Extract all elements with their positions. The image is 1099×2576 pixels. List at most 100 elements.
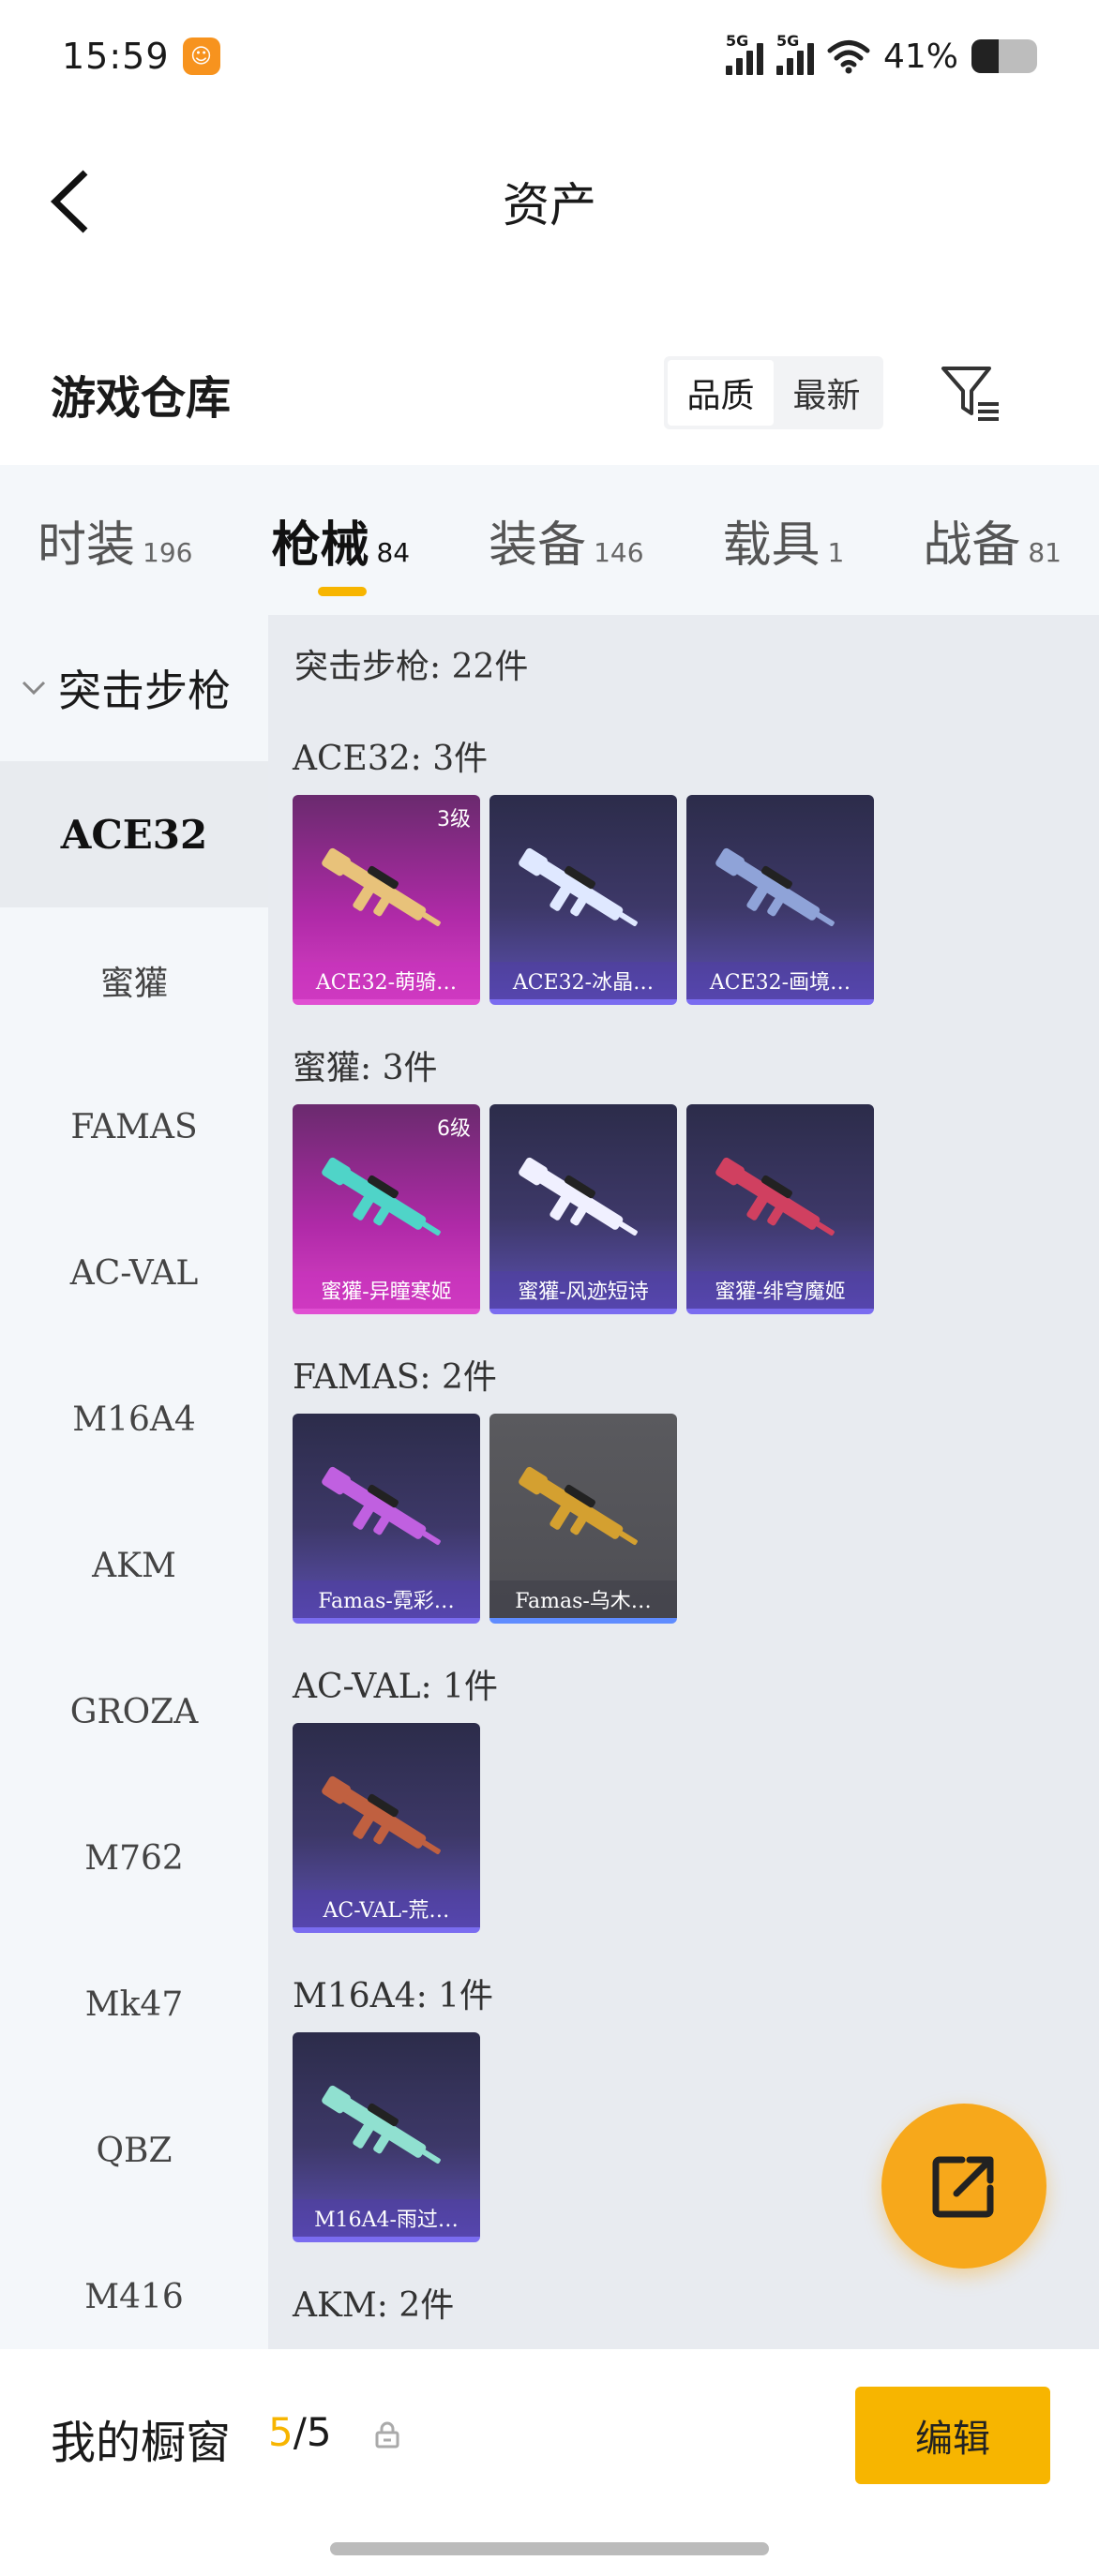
rifle-icon	[519, 1157, 638, 1236]
rifle-icon	[322, 1466, 441, 1546]
lock-icon	[375, 2421, 399, 2449]
battery-percent: 41%	[882, 37, 958, 76]
sidebar-item-mk47[interactable]: Mk47	[0, 1931, 268, 2077]
weapon-group: M16A4: 1件 M16A4-雨过…	[293, 1963, 493, 2242]
sidebar-item-ace32[interactable]: ACE32	[0, 761, 268, 907]
weapon-group-title: AKM: 2件	[293, 2286, 455, 2325]
weapon-skin-card[interactable]: ACE32-冰晶…	[489, 795, 677, 1005]
card-name: 蜜獾-绯穹魔姬	[686, 1271, 874, 1309]
back-button[interactable]	[38, 159, 103, 244]
weapon-group: FAMAS: 2件 Famas-霓彩… Famas-乌木…	[293, 1344, 677, 1624]
card-name: M16A4-雨过…	[293, 2199, 480, 2237]
rifle-icon	[519, 847, 638, 927]
rifle-icon	[322, 1157, 441, 1236]
tab-supplies[interactable]: 战备 81	[923, 505, 1061, 576]
sort-quality-button[interactable]: 品质	[668, 360, 774, 426]
tab-count: 84	[376, 536, 411, 568]
signal-label-1: 5G	[725, 32, 749, 50]
tab-label: 载具	[722, 517, 820, 574]
sidebar-group-label: 突击步枪	[58, 666, 231, 716]
external-link-icon	[932, 2156, 994, 2218]
weapon-group: AC-VAL: 1件 AC-VAL-荒…	[293, 1654, 498, 1933]
tab-count: 1	[827, 536, 845, 568]
weapon-card-list: 6级蜜獾-异瞳寒姬 蜜獾-风迹短诗 蜜獾-绯穹魔姬	[293, 1104, 874, 1314]
weapon-skin-card[interactable]: AC-VAL-荒…	[293, 1723, 480, 1933]
status-bar: 15:59 ☺ 5G 5G 41%	[0, 0, 1099, 112]
tab-guns[interactable]: 枪械 84	[271, 505, 411, 596]
weapon-skin-card[interactable]: M16A4-雨过…	[293, 2032, 480, 2242]
card-name: Famas-乌木…	[489, 1580, 677, 1618]
warehouse-title: 游戏仓库	[51, 372, 232, 425]
category-total: 突击步枪: 22件	[294, 648, 529, 686]
sidebar-item-famas[interactable]: FAMAS	[0, 1054, 268, 1200]
rifle-icon	[519, 1466, 638, 1546]
card-name: 蜜獾-风迹短诗	[489, 1271, 677, 1309]
tab-equipment[interactable]: 装备 146	[489, 505, 643, 576]
weapon-skin-card[interactable]: 3级 ACE32-萌骑…	[293, 795, 480, 1005]
showcase-label: 我的橱窗	[51, 2417, 232, 2469]
status-time: 15:59	[62, 36, 170, 77]
battery-icon	[971, 39, 1037, 73]
share-fab-button[interactable]	[881, 2104, 1046, 2269]
rifle-icon	[322, 1775, 441, 1855]
card-name: 蜜獾-异瞳寒姬	[293, 1271, 480, 1309]
sidebar-item-m416[interactable]: M416	[0, 2224, 268, 2370]
app-icon: ☺	[182, 37, 220, 75]
weapon-skin-card[interactable]: 蜜獾-风迹短诗	[489, 1104, 677, 1314]
weapon-group-title: M16A4: 1件	[293, 1977, 494, 2015]
home-indicator[interactable]	[330, 2542, 769, 2555]
sidebar-item-m16a4[interactable]: M16A4	[0, 1346, 268, 1492]
showcase-count: 5/5	[268, 2409, 332, 2455]
sidebar-group-assault-rifles[interactable]: 突击步枪	[0, 615, 268, 761]
card-name: ACE32-萌骑…	[293, 962, 480, 999]
weapon-group-title: 蜜獾: 3件	[293, 1049, 438, 1087]
chevron-down-icon	[21, 675, 47, 701]
weapon-group-title: FAMAS: 2件	[293, 1358, 497, 1397]
weapon-sidebar: 突击步枪 ACE32 蜜獾 FAMAS AC-VAL M16A4 AKM GRO…	[0, 615, 268, 2349]
tab-count: 81	[1028, 536, 1061, 568]
sort-toggle: 品质 最新	[664, 356, 883, 429]
weapon-card-list: AC-VAL-荒…	[293, 1723, 498, 1933]
sidebar-item-ac-val[interactable]: AC-VAL	[0, 1200, 268, 1346]
weapon-group: 蜜獾: 3件 6级蜜獾-异瞳寒姬 蜜獾-风迹短诗 蜜獾-绯穹魔姬	[293, 1035, 874, 1314]
weapon-group-title: ACE32: 3件	[293, 740, 489, 778]
warehouse-header: 游戏仓库 品质 最新	[0, 337, 1099, 450]
status-right: 5G 5G 41%	[725, 32, 1037, 76]
card-name: Famas-霓彩…	[293, 1580, 480, 1618]
wifi-icon	[827, 40, 870, 74]
sidebar-item-akm[interactable]: AKM	[0, 1492, 268, 1639]
battery-fill	[971, 39, 999, 73]
tab-count: 196	[143, 536, 193, 568]
tab-vehicles[interactable]: 载具 1	[723, 505, 845, 576]
card-name: ACE32-画境…	[686, 962, 874, 999]
card-level: 6级	[437, 1117, 471, 1141]
sidebar-item-groza[interactable]: GROZA	[0, 1639, 268, 1785]
showcase-bar: 我的橱窗 5/5 编辑	[0, 2349, 1099, 2576]
weapon-group: AKM: 2件	[293, 2272, 454, 2332]
weapon-content: 突击步枪: 22件 ACE32: 3件 3级 ACE32-萌骑… ACE32-冰晶… A…	[268, 615, 1099, 2349]
weapon-group-title: AC-VAL: 1件	[293, 1668, 499, 1706]
filter-icon	[941, 367, 999, 421]
tab-label: 装备	[489, 517, 587, 574]
weapon-card-list: Famas-霓彩… Famas-乌木…	[293, 1414, 677, 1624]
tab-fashion[interactable]: 时装 196	[38, 505, 192, 576]
card-name: ACE32-冰晶…	[489, 962, 677, 999]
edit-button[interactable]: 编辑	[855, 2387, 1050, 2484]
signal-icon-2: 5G	[775, 32, 814, 75]
weapon-skin-card[interactable]: Famas-霓彩…	[293, 1414, 480, 1624]
sidebar-item-m762[interactable]: M762	[0, 1785, 268, 1931]
tab-label: 枪械	[271, 517, 369, 574]
weapon-skin-card[interactable]: ACE32-画境…	[686, 795, 874, 1005]
weapon-skin-card[interactable]: 蜜獾-绯穹魔姬	[686, 1104, 874, 1314]
filter-button[interactable]	[934, 356, 1009, 431]
tab-label: 时装	[38, 517, 136, 574]
weapon-group: ACE32: 3件 3级 ACE32-萌骑… ACE32-冰晶… ACE32-画境…	[293, 726, 874, 1005]
sidebar-item-qbz[interactable]: QBZ	[0, 2077, 268, 2224]
rifle-icon	[322, 2085, 441, 2164]
sidebar-item-honey-badger[interactable]: 蜜獾	[0, 907, 268, 1054]
sort-latest-button[interactable]: 最新	[774, 360, 880, 426]
weapon-skin-card[interactable]: 6级蜜獾-异瞳寒姬	[293, 1104, 480, 1314]
rifle-icon	[322, 847, 441, 927]
weapon-card-list: M16A4-雨过…	[293, 2032, 493, 2242]
weapon-skin-card[interactable]: Famas-乌木…	[489, 1414, 677, 1624]
